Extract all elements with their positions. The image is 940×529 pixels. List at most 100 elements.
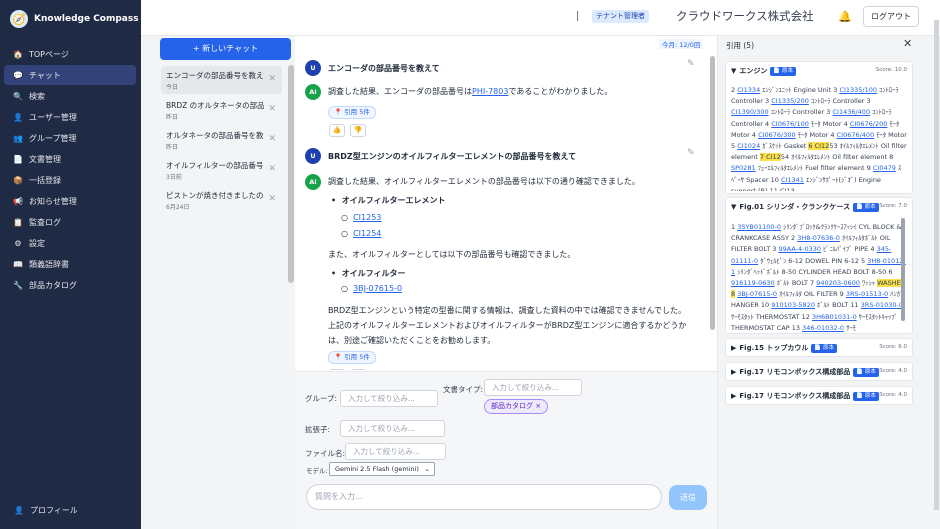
app-name: Knowledge Compass: [34, 14, 139, 24]
triangle-right-icon: ▶: [731, 392, 737, 400]
user-message: U エンコーダの部品番号を教えて: [305, 60, 440, 76]
edit-icon[interactable]: ✎: [687, 148, 695, 158]
citation-count: 引用 5件: [344, 353, 370, 361]
original-doc-button[interactable]: 📄 原本: [853, 202, 879, 212]
citation-header[interactable]: ▶ Fig.15 トップカウル 📄 原本: [731, 343, 838, 353]
user-icon: 👤: [13, 112, 23, 122]
page-scrollbar[interactable]: [934, 20, 939, 510]
tag-remove-icon[interactable]: ×: [535, 402, 541, 410]
close-icon[interactable]: ✕: [268, 74, 276, 84]
sidebar-item-label: グループ管理: [29, 133, 77, 143]
citation-scrollbar[interactable]: [901, 218, 905, 321]
message-scrollbar[interactable]: [710, 56, 715, 330]
answer-text: BRDZ型エンジンという特定の型番に関する情報は、調査した資料の中では確認できま…: [328, 303, 698, 348]
answer-part: 調査した結果、エンコーダの部品番号は: [328, 87, 472, 96]
chat-history-item[interactable]: オルタネータの部品番号を教... 昨日 ✕: [161, 126, 282, 154]
answer-text: 調査した結果、エンコーダの部品番号はPHI-7803であることがわかりました。: [328, 84, 698, 99]
compass-logo-icon: 🧭: [10, 10, 28, 28]
sidebar-item-0[interactable]: 🏠 TOPページ: [4, 44, 136, 64]
pin-icon: 📍: [334, 353, 343, 361]
edit-icon[interactable]: ✎: [687, 59, 695, 69]
sidebar-item-10[interactable]: 📖 類義語辞書: [4, 254, 136, 274]
model-select[interactable]: Gemini 2.5 Flash (gemini) ⌄: [329, 462, 435, 476]
pin-icon: 📍: [334, 108, 343, 116]
close-icon[interactable]: ✕: [268, 194, 276, 204]
citation-score: Score: 10.0: [875, 67, 907, 73]
thumbs-down-icon[interactable]: 👎: [350, 369, 366, 370]
close-icon[interactable]: ✕: [903, 37, 912, 50]
filename-filter-input[interactable]: 入力して絞り込み...: [345, 443, 446, 460]
citation-button[interactable]: 📍 引用 5件: [328, 351, 376, 364]
chat-main: 今月: 12/0回 U エンコーダの部品番号を教えて ✎ AI 調査した結果、エ…: [295, 36, 717, 529]
citation-header[interactable]: ▶ Fig.17 リモコンボックス構成部品 📄 原本: [731, 391, 879, 401]
sidebar-item-9[interactable]: ⚙ 設定: [4, 233, 136, 253]
logout-button[interactable]: ログアウト: [863, 6, 919, 27]
thumbs-up-icon[interactable]: 👍: [329, 369, 345, 370]
sidebar-item-3[interactable]: 👤 ユーザー管理: [4, 107, 136, 127]
citation-header[interactable]: ▶ Fig.17 リモコンボックス構成部品 📄 原本: [731, 367, 879, 377]
part-number-link[interactable]: PHI-7803: [472, 87, 508, 96]
doctype-filter-input[interactable]: 入力して絞り込み...: [484, 379, 582, 396]
part-number-link[interactable]: 3BJ-07615-0: [353, 284, 402, 293]
citation-card-collapsed[interactable]: ▶ Fig.17 リモコンボックス構成部品 📄 原本 Score: 4.0: [725, 386, 913, 405]
send-button[interactable]: 送信: [669, 485, 707, 510]
citation-button[interactable]: 📍 引用 5件: [328, 106, 376, 119]
part-number-link[interactable]: CI1254: [353, 229, 381, 238]
sidebar-item-2[interactable]: 🔍 検索: [4, 86, 136, 106]
citation-card-collapsed[interactable]: ▶ Fig.17 リモコンボックス構成部品 📄 原本 Score: 4.0: [725, 362, 913, 381]
bell-icon[interactable]: 🔔: [838, 10, 852, 23]
citation-header[interactable]: ▼ エンジン 📄 原本: [731, 66, 796, 76]
ai-avatar-row: AI: [305, 174, 321, 190]
close-icon[interactable]: ✕: [268, 164, 276, 174]
part-number-link[interactable]: CI1253: [353, 213, 381, 222]
profile-link[interactable]: 👤 プロフィール: [14, 505, 78, 516]
brand[interactable]: 🧭 Knowledge Compass: [10, 10, 139, 28]
original-doc-button[interactable]: 📄 原本: [853, 391, 879, 401]
sidebar-item-8[interactable]: 📋 監査ログ: [4, 212, 136, 232]
sidebar-item-7[interactable]: 📢 お知らせ管理: [4, 191, 136, 211]
answer-line: BRDZ型エンジンという特定の型番に関する情報は、調査した資料の中では確認できま…: [328, 306, 687, 315]
sidebar-item-5[interactable]: 📄 文書管理: [4, 149, 136, 169]
citation-excerpt: 1 3SYB01100-0 ｼﾘﾝﾀﾞﾌﾞﾛｯｸ&ｸﾗﾝｸｹｰｽｱｯｼｲ CYL…: [731, 223, 906, 332]
original-doc-button[interactable]: 📄 原本: [853, 367, 879, 377]
doctype-tag[interactable]: 部品カタログ ×: [484, 399, 549, 414]
original-doc-button[interactable]: 📄 原本: [770, 66, 796, 76]
citation-count: 引用 5件: [344, 108, 370, 116]
chat-date: 6月24日: [166, 204, 190, 211]
sidebar-item-label: 設定: [29, 238, 45, 248]
group-icon: 👥: [13, 133, 23, 143]
close-icon[interactable]: ✕: [268, 134, 276, 144]
extension-filter-input[interactable]: 入力して絞り込み...: [340, 420, 445, 437]
profile-icon: 👤: [14, 506, 24, 515]
document-icon: 📄: [13, 154, 23, 164]
question-input[interactable]: 質問を入力...: [306, 484, 662, 510]
sidebar-item-label: 文書管理: [29, 154, 61, 164]
list-item: ○ CI1253: [341, 213, 382, 222]
thumbs-down-icon[interactable]: 👎: [350, 124, 366, 137]
sidebar-item-11[interactable]: 🔧 部品カタログ: [4, 275, 136, 295]
sidebar-item-4[interactable]: 👥 グループ管理: [4, 128, 136, 148]
ai-avatar: AI: [305, 84, 321, 100]
group-filter-input[interactable]: 入力して絞り込み...: [340, 390, 438, 407]
chat-list-scrollbar[interactable]: [288, 65, 294, 283]
chat-history-item[interactable]: エンコーダの部品番号を教えて 今日 ✕: [161, 66, 282, 94]
original-doc-button[interactable]: 📄 原本: [811, 343, 838, 353]
header-divider: [577, 11, 578, 21]
model-label: モデル:: [306, 467, 328, 475]
question-text: エンコーダの部品番号を教えて: [328, 63, 440, 73]
close-icon[interactable]: ✕: [268, 104, 276, 114]
sidebar-item-1[interactable]: 💬 チャット: [4, 65, 136, 85]
thumbs-up-icon[interactable]: 👍: [329, 124, 345, 137]
answer-intro: 調査した結果、オイルフィルターエレメントの部品番号は以下の通り確認できました。: [328, 177, 640, 186]
sidebar-item-6[interactable]: 📦 一括登録: [4, 170, 136, 190]
citation-header[interactable]: ▼ Fig.01 シリンダ・クランクケース 📄 原本: [731, 202, 879, 212]
chat-history-item[interactable]: オイルフィルターの部品番号を... 3日前 ✕: [161, 156, 282, 184]
chevron-down-icon: ⌄: [424, 465, 430, 473]
chat-history-item[interactable]: BRDZ のオルタネータの部品番号を... 昨日 ✕: [161, 96, 282, 124]
chat-history-item[interactable]: ピストンが焼き付きましたの... 6月24日 ✕: [161, 186, 282, 214]
new-chat-button[interactable]: + 新しいチャット: [160, 38, 291, 60]
filename-filter-label: ファイル名:: [305, 449, 346, 458]
chat-icon: 💬: [13, 70, 23, 80]
sidebar-item-label: 部品カタログ: [29, 280, 77, 290]
citation-card-collapsed[interactable]: ▶ Fig.15 トップカウル 📄 原本 Score: 6.0: [725, 338, 913, 357]
